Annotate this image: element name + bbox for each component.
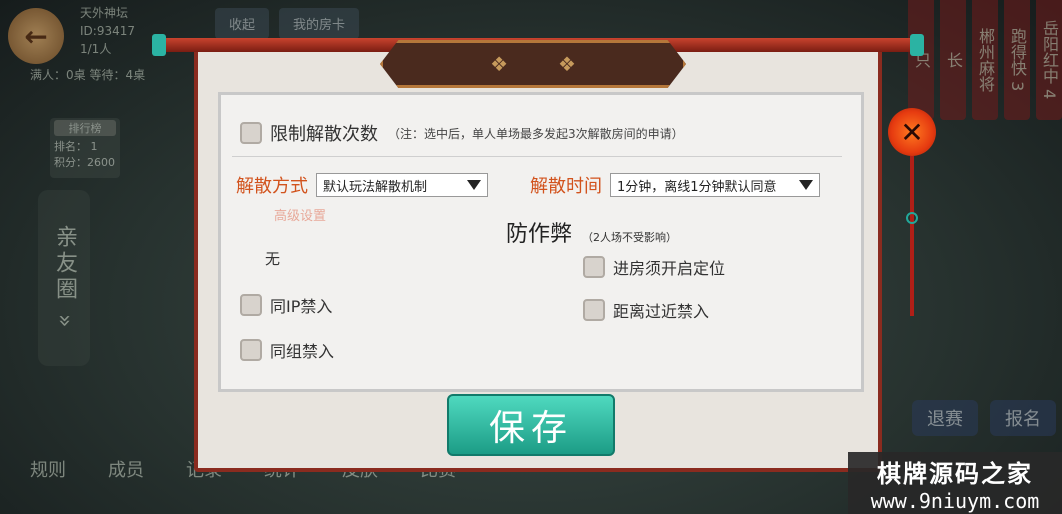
game-banner[interactable]: 只 xyxy=(908,0,934,120)
limit-dismiss-checkbox[interactable] xyxy=(240,122,262,144)
same-group-label: 同组禁入 xyxy=(270,342,335,361)
player-count: 1/1人 xyxy=(80,42,112,56)
rank-title: 排行榜 xyxy=(54,120,116,136)
tassel-decoration xyxy=(910,156,914,316)
limit-dismiss-row: 限制解散次数 （注：选中后，单人单场最多发起3次解散房间的申请） xyxy=(240,120,684,146)
top-tabs: 收起 我的房卡 xyxy=(215,8,360,39)
site-watermark: 棋牌源码之家 www.9niuym.com xyxy=(848,452,1062,514)
tables-stats: 满人：0桌 等待：4桌 xyxy=(30,68,146,82)
anti-cheat-heading: 防作弊 （2人场不受影响） xyxy=(506,216,677,248)
advanced-settings-label: 高级设置 xyxy=(274,209,327,224)
player-info: 天外神坛 ID:93417 1/1人 xyxy=(80,4,135,58)
dialog-header-plaque: ❖ ❖ xyxy=(380,40,686,88)
game-banner[interactable]: 跑得快 3 xyxy=(1004,0,1030,120)
dismiss-method-value: 默认玩法解散机制 xyxy=(323,179,428,195)
dismiss-time-select[interactable]: 1分钟，离线1分钟默认同意 xyxy=(610,173,820,197)
dismiss-time-row: 解散时间 1分钟，离线1分钟默认同意 xyxy=(530,172,820,198)
divider xyxy=(232,156,842,157)
game-banner[interactable]: 郴州麻将 xyxy=(972,0,998,120)
watermark-url: www.9niuym.com xyxy=(870,488,1040,513)
withdraw-button[interactable]: 退赛 xyxy=(912,400,978,436)
game-banner[interactable]: 岳阳红中 4 xyxy=(1036,0,1062,120)
back-arrow-icon[interactable]: ← xyxy=(8,8,64,64)
rod-end-left xyxy=(152,34,166,56)
player-id: ID:93417 xyxy=(80,24,135,38)
anti-cheat-title: 防作弊 xyxy=(506,222,573,247)
distance-label: 距离过近禁入 xyxy=(613,302,710,321)
option-same-group: 同组禁入 xyxy=(240,338,334,362)
save-button[interactable]: 保存 xyxy=(447,394,615,456)
close-icon[interactable]: ✕ xyxy=(888,108,936,156)
limit-dismiss-note: （注：选中后，单人单场最多发起3次解散房间的申请） xyxy=(388,126,684,141)
tassel-bead xyxy=(906,212,918,224)
dismiss-method-row: 解散方式 默认玩法解散机制 xyxy=(236,172,488,198)
rod-end-right xyxy=(910,34,924,56)
option-location: 进房须开启定位 xyxy=(583,255,725,279)
menu-rules[interactable]: 规则 xyxy=(30,456,66,482)
ornament-left-icon: ❖ xyxy=(490,52,508,76)
location-checkbox[interactable] xyxy=(583,256,605,278)
signup-button[interactable]: 报名 xyxy=(990,400,1056,436)
location-label: 进房须开启定位 xyxy=(613,259,726,278)
dismiss-method-select[interactable]: 默认玩法解散机制 xyxy=(316,173,488,197)
dismiss-method-label: 解散方式 xyxy=(236,176,308,197)
rank-value: 排名： 1 xyxy=(54,140,98,153)
anti-cheat-note: （2人场不受影响） xyxy=(582,231,678,244)
score-value: 积分：2600 xyxy=(54,156,115,169)
same-ip-label: 同IP禁入 xyxy=(270,297,333,316)
distance-checkbox[interactable] xyxy=(583,299,605,321)
dismiss-time-value: 1分钟，离线1分钟默认同意 xyxy=(617,179,777,195)
rank-panel: 排行榜 排名： 1 积分：2600 xyxy=(50,118,120,178)
same-group-checkbox[interactable] xyxy=(240,339,262,361)
friend-circle-button[interactable]: 亲友圈 » xyxy=(38,190,90,366)
game-banner[interactable]: 长 xyxy=(940,0,966,120)
player-name: 天外神坛 xyxy=(80,6,129,20)
option-same-ip: 同IP禁入 xyxy=(240,293,332,317)
collapse-tab[interactable]: 收起 xyxy=(215,8,270,39)
none-text: 无 xyxy=(265,250,281,268)
menu-members[interactable]: 成员 xyxy=(108,456,144,482)
chevron-down-icon xyxy=(799,180,813,190)
chevron-down-icon xyxy=(467,180,481,190)
my-room-card-tab[interactable]: 我的房卡 xyxy=(279,8,360,39)
limit-dismiss-label: 限制解散次数 xyxy=(270,124,378,145)
game-banners: 只 长 郴州麻将 跑得快 3 岳阳红中 4 xyxy=(908,0,1062,120)
same-ip-checkbox[interactable] xyxy=(240,294,262,316)
watermark-title: 棋牌源码之家 xyxy=(877,459,1033,488)
ornament-right-icon: ❖ xyxy=(558,52,576,76)
dismiss-time-label: 解散时间 xyxy=(530,176,602,197)
option-distance: 距离过近禁入 xyxy=(583,298,709,322)
